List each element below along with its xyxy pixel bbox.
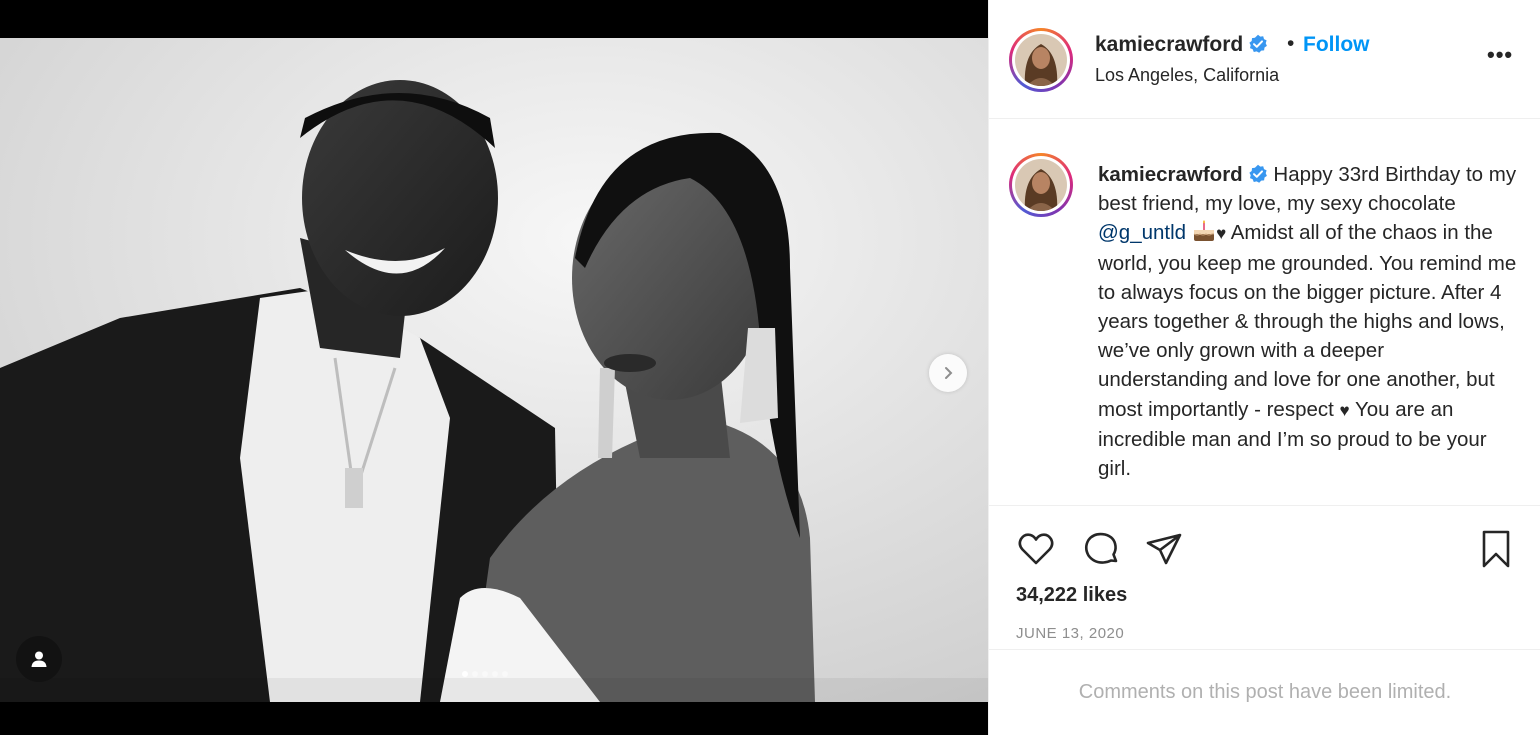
comment-icon[interactable] (1080, 528, 1122, 570)
post-side-panel: kamiecrawford • Follow Los Angeles, Cali… (988, 0, 1540, 735)
author-avatar[interactable] (1009, 28, 1073, 92)
caption-text-part: Amidst all of the chaos in the world, yo… (1098, 221, 1517, 421)
author-username[interactable]: kamiecrawford (1095, 33, 1268, 57)
heart-icon[interactable] (1015, 528, 1057, 570)
caption-heart: ♥ (1339, 400, 1350, 420)
post-date[interactable]: JUNE 13, 2020 (1016, 625, 1124, 642)
post-caption: kamiecrawford Happy 33rd Birthday to my … (1098, 160, 1518, 483)
bookmark-icon[interactable] (1475, 528, 1517, 570)
carousel-dot (492, 671, 498, 677)
photo-illustration (0, 38, 988, 702)
carousel-dot (462, 671, 468, 677)
comments-limited-notice: Comments on this post have been limited. (989, 649, 1540, 735)
carousel-dot (472, 671, 478, 677)
more-options-button[interactable]: ••• (1487, 42, 1513, 68)
tagged-users-button[interactable] (16, 636, 62, 682)
post-header: kamiecrawford • Follow Los Angeles, Cali… (989, 0, 1540, 119)
comments-area: kamiecrawford Happy 33rd Birthday to my … (989, 119, 1540, 506)
carousel-dot (502, 671, 508, 677)
post-media (0, 0, 988, 735)
caption-username[interactable]: kamiecrawford (1098, 163, 1243, 186)
carousel-indicator (462, 671, 508, 677)
user-tag-icon (31, 651, 47, 667)
caption-heart: ♥ (1216, 224, 1227, 244)
next-photo-button[interactable] (929, 354, 967, 392)
avatar-image (1015, 159, 1067, 211)
follow-button[interactable]: Follow (1303, 33, 1370, 57)
likes-count[interactable]: 34,222 likes (1016, 584, 1127, 607)
caption-author-avatar[interactable] (1009, 153, 1073, 217)
author-username-text[interactable]: kamiecrawford (1095, 33, 1243, 56)
post-location[interactable]: Los Angeles, California (1095, 65, 1279, 86)
verified-badge-icon (1249, 34, 1268, 53)
chevron-right-icon (945, 367, 953, 379)
birthday-cake-icon (1193, 220, 1215, 242)
caption-mention-link[interactable]: @g_untld (1098, 221, 1186, 244)
post-actions (989, 507, 1540, 570)
send-icon[interactable] (1143, 528, 1185, 570)
verified-badge-icon (1249, 164, 1267, 183)
carousel-dot (482, 671, 488, 677)
avatar-image (1015, 34, 1067, 86)
post-photo (0, 38, 988, 702)
header-separator: • (1287, 32, 1295, 55)
